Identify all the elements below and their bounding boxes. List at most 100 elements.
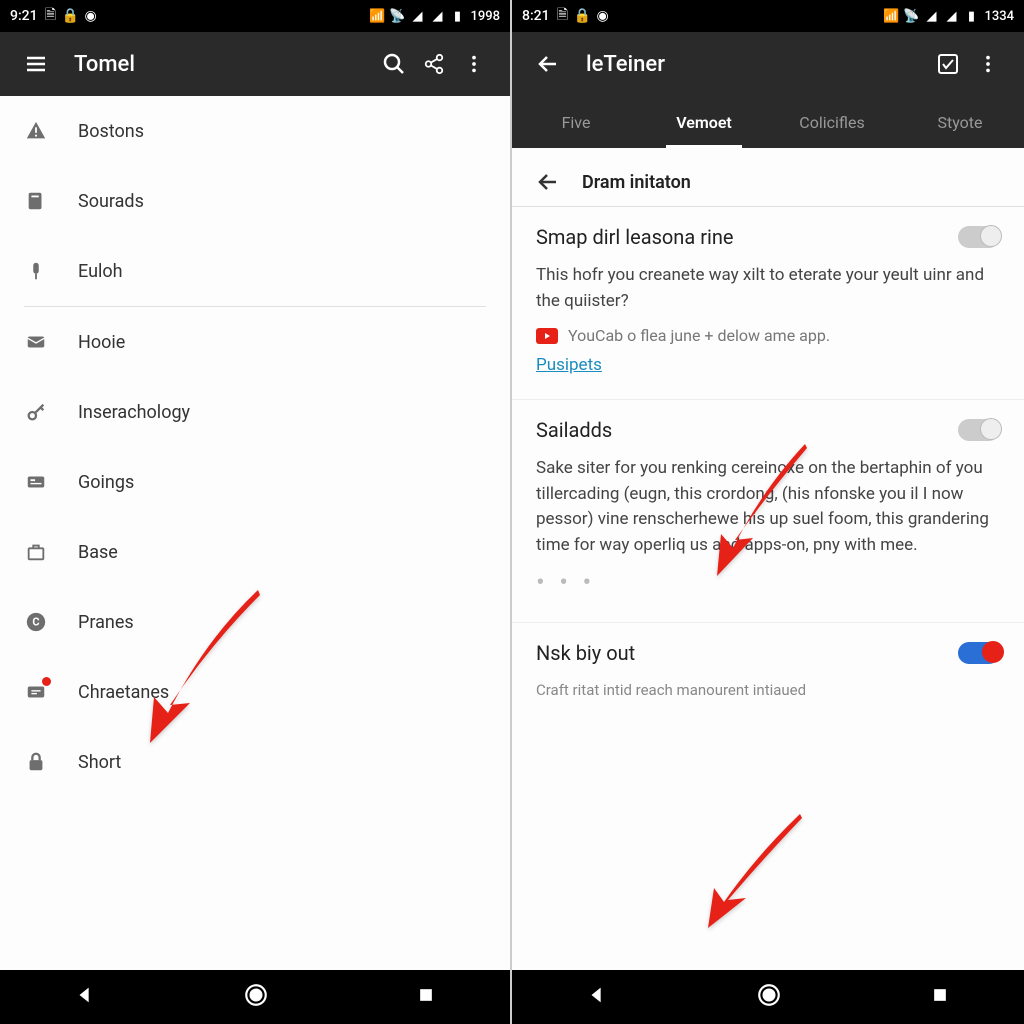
status-time: 9:21 <box>10 8 38 24</box>
youtube-icon <box>536 328 558 344</box>
list-item-goings[interactable]: Goings <box>0 447 510 517</box>
status-bar: 9:21 🗎 🔒 ◉ 📶 📡 ◢ ◢ ▮ 1998 <box>0 0 510 32</box>
subline-row: YouCab o flea june + delow ame app. <box>536 326 1000 345</box>
lock-icon <box>24 750 48 774</box>
settings-content: Dram initaton Smap dirl leasona rine Thi… <box>512 148 1024 970</box>
list-item-euloh[interactable]: Euloh <box>0 236 510 306</box>
navigation-bar <box>0 970 510 1024</box>
overflow-button[interactable] <box>968 44 1008 84</box>
status-time: 8:21 <box>522 8 550 24</box>
key-icon <box>24 400 48 424</box>
setting-title: Smap dirl leasona rine <box>536 225 958 249</box>
tabs-bar: Five Vemoet Colicifles Styote <box>512 96 1024 148</box>
list-item-inserachology[interactable]: Inserachology <box>0 377 510 447</box>
toggle-sailadds[interactable] <box>958 419 1000 441</box>
setting-title: Sailadds <box>536 418 958 442</box>
page-title: Tomel <box>74 52 374 77</box>
wifi-icon: 📶 <box>370 9 384 23</box>
wifi-icon: 📶 <box>884 9 898 23</box>
list-label: Pranes <box>78 612 134 633</box>
setting-smap: Smap dirl leasona rine This hofr you cre… <box>512 207 1024 400</box>
nav-home-button[interactable] <box>243 982 269 1012</box>
menu-list: Bostons Sourads Euloh Hooie Inseracholog… <box>0 96 510 970</box>
battery-icon: ▮ <box>964 9 978 23</box>
section-title: Dram initaton <box>582 172 691 193</box>
status-battery: 1334 <box>984 9 1014 24</box>
notif-icon: 🗎 <box>44 9 58 23</box>
subline-text: YouCab o flea june + delow ame app. <box>568 326 830 345</box>
phone-right: 8:21 🗎 🔒 ◉ 📶 📡 ◢ ◢ ▮ 1334 leTeiner Five … <box>512 0 1024 1024</box>
nav-back-button[interactable] <box>586 984 608 1010</box>
list-item-hooie[interactable]: Hooie <box>0 307 510 377</box>
setting-sailadds: Sailadds Sake siter for you renking cere… <box>512 400 1024 623</box>
lock-icon: 🔒 <box>64 9 78 23</box>
tab-vemoet[interactable]: Vemoet <box>640 96 768 148</box>
nav-back-button[interactable] <box>74 984 96 1010</box>
list-label: Inserachology <box>78 402 190 423</box>
pusipets-link[interactable]: Pusipets <box>536 355 602 375</box>
toggle-smap[interactable] <box>958 226 1000 248</box>
list-label: Base <box>78 542 118 563</box>
list-label: Goings <box>78 472 134 493</box>
arrow-left-icon <box>536 170 560 194</box>
setting-desc: Sake siter for you renking cereinoxe on … <box>536 456 1000 558</box>
warning-icon <box>24 119 48 143</box>
list-label: Short <box>78 752 121 773</box>
status-bar: 8:21 🗎 🔒 ◉ 📶 📡 ◢ ◢ ▮ 1334 <box>512 0 1024 32</box>
nav-recent-button[interactable] <box>930 985 950 1009</box>
signal-icon-2: ◢ <box>944 9 958 23</box>
briefcase-icon <box>24 540 48 564</box>
file-icon <box>24 189 48 213</box>
phone-left: 9:21 🗎 🔒 ◉ 📶 📡 ◢ ◢ ▮ 1998 Tomel <box>0 0 512 1024</box>
setting-desc: Craft ritat intid reach manourent intiau… <box>536 679 1000 702</box>
wifi-icon-2: 📡 <box>390 9 404 23</box>
signal-icon-2: ◢ <box>430 9 444 23</box>
status-battery: 1998 <box>470 9 500 24</box>
list-label: Sourads <box>78 191 144 212</box>
list-item-sourads[interactable]: Sourads <box>0 166 510 236</box>
list-item-chraetanes[interactable]: Chraetanes <box>0 657 510 727</box>
tab-styote[interactable]: Styote <box>896 96 1024 148</box>
list-item-pranes[interactable]: C Pranes <box>0 587 510 657</box>
list-item-short[interactable]: Short <box>0 727 510 797</box>
battery-icon: ▮ <box>450 9 464 23</box>
list-item-base[interactable]: Base <box>0 517 510 587</box>
tab-colicifles[interactable]: Colicifles <box>768 96 896 148</box>
nav-recent-button[interactable] <box>416 985 436 1009</box>
nav-home-button[interactable] <box>756 982 782 1012</box>
overflow-button[interactable] <box>454 44 494 84</box>
app-icon: ◉ <box>596 9 610 23</box>
mail-icon <box>24 330 48 354</box>
setting-desc: This hofr you creanete way xilt to etera… <box>536 263 1000 314</box>
setting-nsk: Nsk biy out Craft ritat intid reach mano… <box>512 623 1024 710</box>
pagination-dots-icon: • • • <box>536 568 1000 598</box>
share-button[interactable] <box>414 44 454 84</box>
list-label: Chraetanes <box>78 682 169 703</box>
navigation-bar <box>512 970 1024 1024</box>
checkbox-button[interactable] <box>928 44 968 84</box>
list-label: Bostons <box>78 121 144 142</box>
list-label: Euloh <box>78 261 123 282</box>
page-title: leTeiner <box>586 52 928 77</box>
card-icon <box>24 470 48 494</box>
back-button[interactable] <box>528 44 568 84</box>
signal-icon: ◢ <box>410 9 424 23</box>
setting-title: Nsk biy out <box>536 641 958 665</box>
lock-icon: 🔒 <box>576 9 590 23</box>
app-bar: Tomel <box>0 32 510 96</box>
svg-text:C: C <box>32 616 39 629</box>
section-header[interactable]: Dram initaton <box>512 148 1024 206</box>
list-item-bostons[interactable]: Bostons <box>0 96 510 166</box>
menu-button[interactable] <box>16 44 56 84</box>
search-button[interactable] <box>374 44 414 84</box>
chat-badge-icon <box>24 680 48 704</box>
circle-c-icon: C <box>24 610 48 634</box>
app-icon: ◉ <box>84 9 98 23</box>
signal-icon: ◢ <box>924 9 938 23</box>
tab-five[interactable]: Five <box>512 96 640 148</box>
toggle-nsk[interactable] <box>958 642 1000 664</box>
pin-icon <box>24 259 48 283</box>
notif-icon: 🗎 <box>556 9 570 23</box>
wifi-icon-2: 📡 <box>904 9 918 23</box>
list-label: Hooie <box>78 332 125 353</box>
